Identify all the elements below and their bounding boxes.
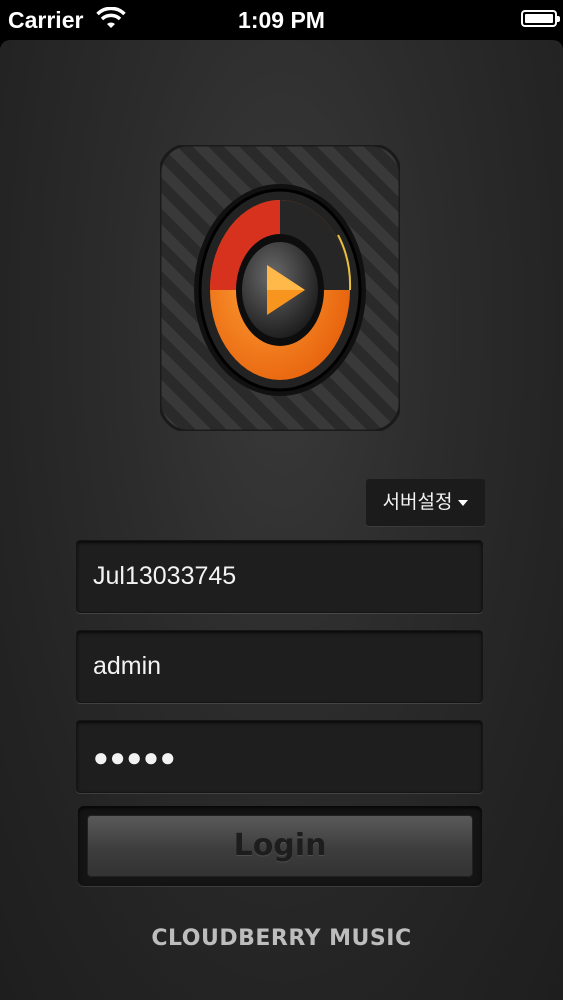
clock: 1:09 PM: [238, 7, 325, 33]
password-mask: ●●●●●: [93, 742, 177, 772]
password-field[interactable]: ●●●●●: [76, 720, 483, 793]
login-button[interactable]: Login: [87, 815, 473, 877]
login-button-well: Login: [78, 806, 482, 886]
server-id-field[interactable]: [76, 540, 483, 613]
dropdown-arrow-icon: [458, 499, 469, 506]
username-field[interactable]: [76, 630, 483, 703]
server-id-input[interactable]: [77, 541, 482, 612]
server-settings-label: 서버설정: [382, 492, 453, 513]
server-settings-button[interactable]: 서버설정: [366, 479, 485, 526]
status-bar: Carrier 1:09 PM: [0, 0, 563, 40]
app-logo-icon: [158, 143, 402, 433]
brand-label: CLOUDBERRY MUSIC: [151, 926, 412, 951]
username-input[interactable]: [77, 631, 482, 702]
battery-icon: [521, 10, 560, 27]
